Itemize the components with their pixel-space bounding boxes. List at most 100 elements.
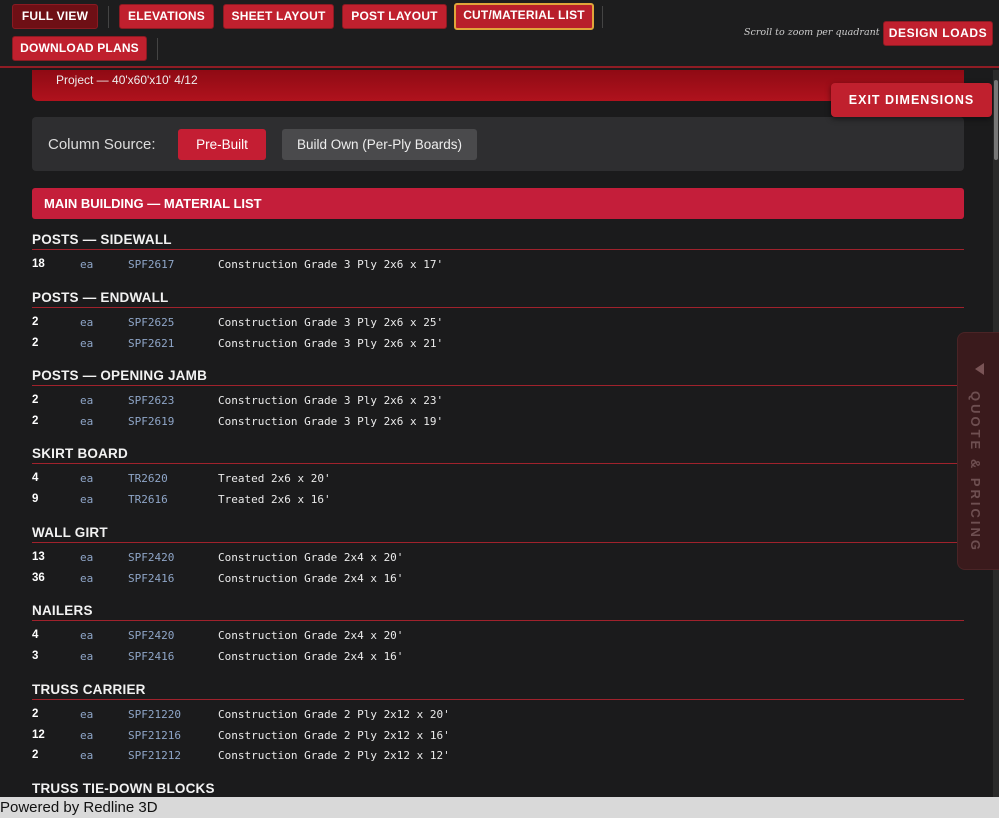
material-row: 12 ea SPF21216 Construction Grade 2 Ply 2x1… xyxy=(32,725,964,746)
material-desc: Construction Grade 2x4 x 20' xyxy=(218,629,404,642)
material-code: SPF2619 xyxy=(128,414,175,428)
material-qty: 2 xyxy=(32,414,39,427)
material-unit: ea xyxy=(80,551,94,564)
material-qty: 12 xyxy=(32,728,45,741)
material-desc: Construction Grade 2x4 x 16' xyxy=(218,571,404,585)
section-title: TRUSS CARRIER xyxy=(32,680,964,700)
material-desc: Construction Grade 3 Ply 2x6 x 21' xyxy=(218,336,444,350)
post-layout-button[interactable]: POST LAYOUT xyxy=(342,4,447,29)
material-row: 2 ea SPF2621 Construction Grade 3 Ply 2x6 x… xyxy=(32,333,964,354)
material-unit: ea xyxy=(80,258,94,271)
material-section: SKIRT BOARD 4 ea TR2620 Treated 2x6 x 20' 9 ea… xyxy=(32,444,964,509)
material-section: NAILERS 4 ea SPF2420 Construction Grade 2x4 … xyxy=(32,601,964,666)
material-unit: ea xyxy=(80,749,94,762)
material-row: 2 ea SPF2625 Construction Grade 3 Ply 2x6 x… xyxy=(32,312,964,333)
exit-dimensions-button[interactable]: EXIT DIMENSIONS xyxy=(831,83,992,117)
material-desc: Construction Grade 3 Ply 2x6 x 19' xyxy=(218,414,444,428)
material-section: TRUSS TIE-DOWN BLOCKS xyxy=(32,779,964,797)
material-code: SPF2617 xyxy=(128,258,175,271)
material-qty: 36 xyxy=(32,571,45,584)
material-list-panel[interactable]: Project — 40'x60'x10' 4/12 Column Source… xyxy=(0,70,999,797)
footer-bar: Powered by Redline 3D xyxy=(0,797,999,818)
quote-pricing-tab[interactable]: QUOTE & PRICING xyxy=(957,332,999,570)
section-title: POSTS — ENDWALL xyxy=(32,288,964,308)
material-section: POSTS — OPENING JAMB 2 ea SPF2623 Constructi… xyxy=(32,366,964,431)
section-title: NAILERS xyxy=(32,601,964,621)
material-row: 36 ea SPF2416 Construction Grade 2x4 x 16' xyxy=(32,568,964,589)
material-section: POSTS — ENDWALL 2 ea SPF2625 Construction Gr… xyxy=(32,288,964,353)
material-desc: Construction Grade 2 Ply 2x12 x 12' xyxy=(218,749,450,762)
toolbar-divider xyxy=(108,6,109,28)
scrollbar-thumb[interactable] xyxy=(994,80,998,160)
material-section: WALL GIRT 13 ea SPF2420 Construction Grade 2… xyxy=(32,523,964,588)
material-row: 4 ea SPF2420 Construction Grade 2x4 x 20' xyxy=(32,625,964,646)
material-unit: ea xyxy=(80,394,94,407)
material-desc: Construction Grade 2 Ply 2x12 x 16' xyxy=(218,728,450,742)
material-row: 3 ea SPF2416 Construction Grade 2x4 x 16' xyxy=(32,646,964,667)
material-unit: ea xyxy=(80,649,94,663)
column-source-bar: Column Source: Pre-Built Build Own (Per-… xyxy=(32,117,964,171)
material-qty: 2 xyxy=(32,708,39,720)
material-row: 2 ea SPF21212 Construction Grade 2 Ply 2x12… xyxy=(32,745,964,766)
material-qty: 2 xyxy=(32,749,39,761)
material-code: SPF2420 xyxy=(128,551,175,564)
material-code: SPF2416 xyxy=(128,571,175,585)
material-unit: ea xyxy=(80,629,94,642)
pre-built-option[interactable]: Pre-Built xyxy=(178,129,266,160)
material-qty: 4 xyxy=(32,629,39,641)
material-section: TRUSS CARRIER 2 ea SPF21220 Construction Gra… xyxy=(32,680,964,766)
section-title: SKIRT BOARD xyxy=(32,444,964,464)
section-title: TRUSS TIE-DOWN BLOCKS xyxy=(32,779,964,797)
zoom-hint: Scroll to zoom per quadrant xyxy=(744,27,880,38)
material-list-header: MAIN BUILDING — MATERIAL LIST xyxy=(32,188,964,219)
material-qty: 4 xyxy=(32,472,39,484)
material-desc: Construction Grade 3 Ply 2x6 x 23' xyxy=(218,394,444,407)
material-code: SPF21220 xyxy=(128,708,181,721)
material-qty: 18 xyxy=(32,258,45,270)
material-unit: ea xyxy=(80,414,94,428)
material-unit: ea xyxy=(80,492,94,506)
material-row: 2 ea SPF2623 Construction Grade 3 Ply 2x6 x… xyxy=(32,390,964,411)
material-unit: ea xyxy=(80,472,94,485)
material-row: 9 ea TR2616 Treated 2x6 x 16' xyxy=(32,489,964,510)
material-desc: Construction Grade 3 Ply 2x6 x 25' xyxy=(218,316,444,329)
elevations-button[interactable]: ELEVATIONS xyxy=(119,4,214,29)
material-desc: Construction Grade 2x4 x 16' xyxy=(218,649,404,663)
material-unit: ea xyxy=(80,316,94,329)
expand-arrow-icon xyxy=(975,363,984,375)
material-code: SPF2420 xyxy=(128,629,175,642)
section-title: POSTS — SIDEWALL xyxy=(32,230,964,250)
material-unit: ea xyxy=(80,336,94,350)
build-own-option[interactable]: Build Own (Per-Ply Boards) xyxy=(282,129,477,160)
material-section: POSTS — SIDEWALL 18 ea SPF2617 Construction … xyxy=(32,230,964,275)
column-source-label: Column Source: xyxy=(48,136,156,153)
material-unit: ea xyxy=(80,728,94,742)
design-loads-button[interactable]: DESIGN LOADS xyxy=(883,21,993,46)
material-qty: 2 xyxy=(32,336,39,349)
section-title: POSTS — OPENING JAMB xyxy=(32,366,964,386)
material-row: 4 ea TR2620 Treated 2x6 x 20' xyxy=(32,468,964,489)
section-title: WALL GIRT xyxy=(32,523,964,543)
project-label: Project — 40'x60'x10' 4/12 xyxy=(56,73,198,87)
material-desc: Construction Grade 2 Ply 2x12 x 20' xyxy=(218,708,450,721)
sheet-layout-button[interactable]: SHEET LAYOUT xyxy=(223,4,334,29)
top-toolbar: FULL VIEW ELEVATIONS SHEET LAYOUT POST L… xyxy=(0,0,999,68)
material-desc: Treated 2x6 x 16' xyxy=(218,492,331,506)
cut-material-list-button[interactable]: CUT/MATERIAL LIST xyxy=(454,3,594,30)
material-desc: Construction Grade 3 Ply 2x6 x 17' xyxy=(218,258,444,271)
material-code: SPF2625 xyxy=(128,316,175,329)
material-code: SPF2416 xyxy=(128,649,175,663)
material-qty: 9 xyxy=(32,492,39,505)
material-row: 18 ea SPF2617 Construction Grade 3 Ply 2x6 … xyxy=(32,254,964,275)
material-code: TR2620 xyxy=(128,472,168,485)
full-view-button[interactable]: FULL VIEW xyxy=(12,4,98,29)
download-plans-button[interactable]: DOWNLOAD PLANS xyxy=(12,36,147,61)
material-desc: Construction Grade 2x4 x 20' xyxy=(218,551,404,564)
footer-credit: Powered by Redline 3D xyxy=(0,799,158,816)
material-qty: 13 xyxy=(32,551,45,563)
material-qty: 3 xyxy=(32,649,39,662)
quote-pricing-label: QUOTE & PRICING xyxy=(968,391,983,554)
material-code: SPF21216 xyxy=(128,728,181,742)
material-desc: Treated 2x6 x 20' xyxy=(218,472,331,485)
material-qty: 2 xyxy=(32,316,39,328)
